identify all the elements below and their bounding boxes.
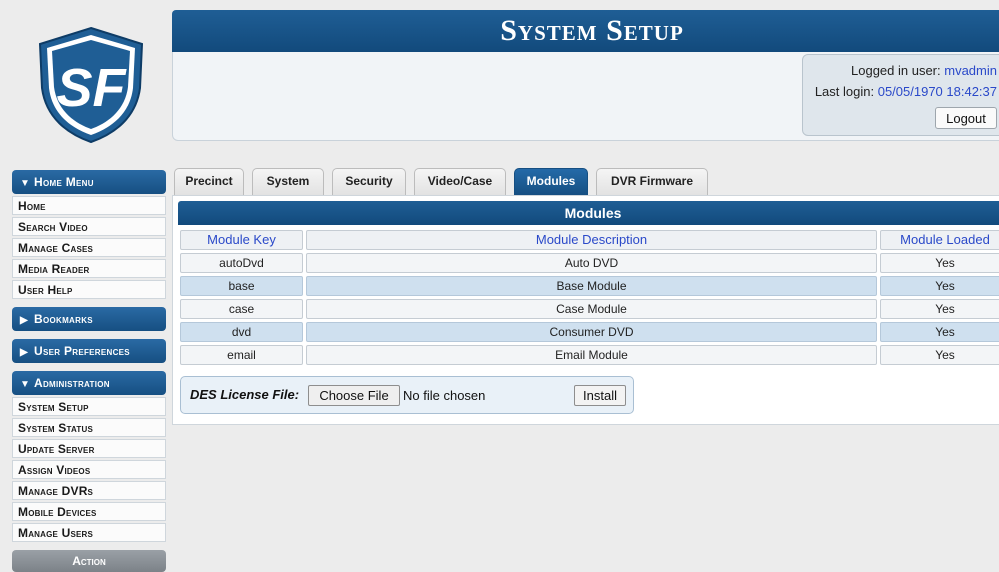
license-upload-box: DES License File: Choose File No file ch… — [180, 376, 634, 414]
nav-manage-cases[interactable]: Manage Cases — [12, 238, 166, 257]
install-button[interactable]: Install — [574, 385, 626, 406]
triangle-right-icon: ▶ — [20, 347, 28, 358]
administration-header[interactable]: ▼ Administration — [12, 371, 166, 395]
action-header[interactable]: Action — [12, 550, 166, 572]
last-login-label: Last login: — [814, 84, 875, 99]
logo-letters: SF — [56, 58, 127, 118]
sf-shield-logo: SF — [38, 26, 144, 144]
col-module-description: Module Description — [306, 230, 877, 250]
row-loaded: Yes — [880, 322, 999, 342]
row-key: email — [180, 345, 303, 365]
no-file-text: No file chosen — [403, 388, 486, 403]
user-preferences-header[interactable]: ▶ User Preferences — [12, 339, 166, 363]
row-description: Base Module — [306, 276, 877, 296]
nav-manage-dvrs[interactable]: Manage DVRs — [12, 481, 166, 500]
nav-mobile-devices[interactable]: Mobile Devices — [12, 502, 166, 521]
triangle-right-icon: ▶ — [20, 315, 28, 326]
triangle-down-icon: ▼ — [20, 178, 31, 189]
logged-in-label: Logged in user: — [851, 63, 941, 78]
col-module-key: Module Key — [180, 230, 303, 250]
login-info-box: Logged in user: mvadmin Last login: 05/0… — [802, 54, 999, 136]
row-loaded: Yes — [880, 299, 999, 319]
modules-title: Modules — [178, 201, 999, 225]
row-loaded: Yes — [880, 253, 999, 273]
nav-search-video[interactable]: Search Video — [12, 217, 166, 236]
nav-user-help[interactable]: User Help — [12, 280, 166, 299]
row-key: autoDvd — [180, 253, 303, 273]
col-module-loaded: Module Loaded — [880, 230, 999, 250]
tab-precinct[interactable]: Precinct — [174, 168, 244, 195]
nav-home[interactable]: Home — [12, 196, 166, 215]
row-description: Case Module — [306, 299, 877, 319]
bookmarks-header[interactable]: ▶ Bookmarks — [12, 307, 166, 331]
row-description: Consumer DVD — [306, 322, 877, 342]
row-loaded: Yes — [880, 276, 999, 296]
sidebar: ▼ Home Menu Home Search Video Manage Case… — [12, 170, 166, 572]
tab-security[interactable]: Security — [332, 168, 406, 195]
nav-media-reader[interactable]: Media Reader — [12, 259, 166, 278]
tab-dvr-firmware[interactable]: DVR Firmware — [596, 168, 708, 195]
nav-system-status[interactable]: System Status — [12, 418, 166, 437]
row-description: Email Module — [306, 345, 877, 365]
nav-system-setup[interactable]: System Setup — [12, 397, 166, 416]
page-title: System Setup — [500, 14, 684, 47]
row-key: case — [180, 299, 303, 319]
row-loaded: Yes — [880, 345, 999, 365]
choose-file-button[interactable]: Choose File — [308, 385, 400, 406]
row-description: Auto DVD — [306, 253, 877, 273]
tab-modules[interactable]: Modules — [514, 168, 588, 195]
last-login-value: 05/05/1970 18:42:37 — [877, 84, 997, 99]
tab-video-case[interactable]: Video/Case — [414, 168, 506, 195]
row-key: base — [180, 276, 303, 296]
logged-in-user: mvadmin — [944, 63, 997, 78]
row-key: dvd — [180, 322, 303, 342]
nav-update-server[interactable]: Update Server — [12, 439, 166, 458]
page-header: System Setup — [172, 10, 999, 52]
license-label: DES License File: — [190, 387, 300, 402]
home-menu-header[interactable]: ▼ Home Menu — [12, 170, 166, 194]
nav-assign-videos[interactable]: Assign Videos — [12, 460, 166, 479]
logout-button[interactable]: Logout — [935, 107, 997, 129]
nav-manage-users[interactable]: Manage Users — [12, 523, 166, 542]
tab-system[interactable]: System — [252, 168, 324, 195]
triangle-down-icon: ▼ — [20, 379, 31, 390]
